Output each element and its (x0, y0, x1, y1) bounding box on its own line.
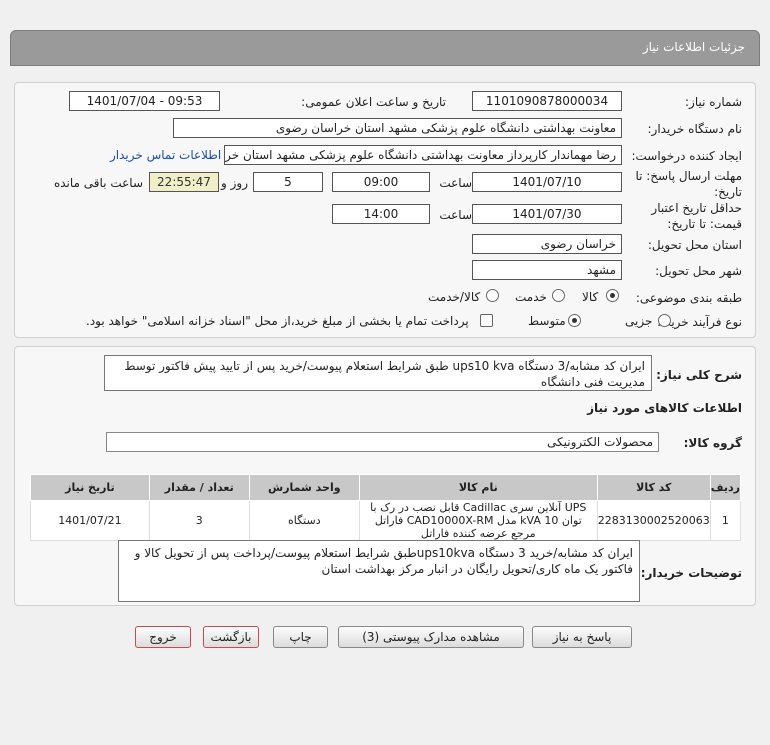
province-field: خراسان رضوی (472, 234, 622, 254)
days-field: 5 (253, 172, 323, 192)
requester-label: ایجاد کننده درخواست: (631, 149, 742, 163)
announce-field: 1401/07/04 - 09:53 (69, 91, 220, 111)
process-medium-radio[interactable] (568, 314, 581, 327)
treasury-checkbox[interactable] (480, 314, 493, 327)
col-unit: واحد شمارش (248, 474, 360, 501)
remaining-label: ساعت باقی مانده (53, 176, 143, 190)
validity-time-field: 14:00 (332, 204, 430, 224)
cell-name: UPS آنلاین سری Cadillac قابل نصب در رک ب… (358, 500, 598, 541)
process-minor-radio[interactable] (658, 314, 671, 327)
province-label: استان محل تحویل: (647, 238, 742, 252)
process-minor-label: جزیی (625, 314, 653, 328)
table-row: 1 2283130002520063 UPS آنلاین سری Cadill… (30, 500, 742, 541)
exit-button[interactable]: خروج (135, 626, 191, 648)
attachments-button[interactable]: مشاهده مدارک پیوستی (3) (338, 626, 524, 648)
deadline-date-field: 1401/07/10 (472, 172, 622, 192)
requester-field: رضا مهماندار کارپرداز معاونت بهداشتی دان… (224, 145, 622, 165)
announce-label: تاریخ و ساعت اعلان عمومی: (301, 95, 446, 109)
payment-note: پرداخت تمام یا بخشی از مبلغ خرید،از محل … (86, 314, 469, 328)
buyer-notes-text: ایران کد مشابه/خرید 3 دستگاه ups10kvaطبق… (118, 540, 640, 602)
buyer-field: معاونت بهداشتی دانشگاه علوم پزشکی مشهد ا… (173, 118, 622, 138)
contact-buyer-link[interactable]: اطلاعات تماس خریدار (110, 148, 221, 162)
cell-row: 1 (709, 500, 742, 541)
summary-label: شرح کلی نیاز: (656, 368, 742, 382)
city-field: مشهد (472, 260, 622, 280)
process-medium-label: متوسط (528, 314, 566, 328)
buyer-label: نام دستگاه خریدار: (647, 122, 743, 136)
deadline-time-field: 09:00 (332, 172, 430, 192)
cell-date: 1401/07/21 (30, 500, 150, 541)
category-goods-label: کالا (582, 290, 599, 304)
page-title: جزئیات اطلاعات نیاز (642, 40, 745, 54)
print-button[interactable]: چاپ (273, 626, 328, 648)
category-service-label: خدمت (515, 290, 547, 304)
category-service-radio[interactable] (552, 289, 565, 302)
cell-unit: دستگاه (248, 500, 360, 541)
reply-button[interactable]: پاسخ به نیاز (532, 626, 632, 648)
col-qty: تعداد / مقدار (148, 474, 250, 501)
city-label: شهر محل تحویل: (655, 264, 742, 278)
back-button[interactable]: بازگشت (203, 626, 259, 648)
need-number-field: 1101090878000034 (472, 91, 622, 111)
category-label: طبقه بندی موضوعی: (635, 291, 742, 305)
remaining-time-field: 22:55:47 (149, 172, 219, 192)
deadline-label: مهلت ارسال پاسخ: تا تاریخ: (635, 169, 742, 199)
validity-date-field: 1401/07/30 (472, 204, 622, 224)
goods-table: ردیف کد کالا نام کالا واحد شمارش تعداد /… (30, 474, 742, 541)
buyer-notes-label: توضیحات خریدار: (640, 566, 742, 580)
category-goods-radio[interactable] (606, 289, 619, 302)
need-number-label: شماره نیاز: (685, 95, 742, 109)
category-goods-service-radio[interactable] (486, 289, 499, 302)
validity-time-label: ساعت (439, 208, 472, 222)
cell-qty: 3 (148, 500, 250, 541)
col-date: تاریخ نیاز (30, 474, 150, 501)
category-goods-service-label: کالا/خدمت (428, 290, 481, 304)
deadline-time-label: ساعت (439, 176, 472, 190)
goods-group-label: گروه کالا: (683, 436, 742, 450)
days-label: روز و (221, 176, 248, 190)
page-header: جزئیات اطلاعات نیاز (10, 30, 760, 66)
goods-group-field: محصولات الکترونیکی (106, 432, 659, 452)
goods-section-title: اطلاعات کالاهای مورد نیاز (587, 401, 742, 415)
col-row: ردیف (709, 474, 742, 501)
cell-code: 2283130002520063 (596, 500, 711, 541)
validity-label: حداقل تاریخ اعتبار قیمت: تا تاریخ: (651, 201, 742, 231)
summary-text: ایران کد مشابه/3 دستگاه ups10 kva طبق شر… (104, 355, 652, 391)
col-name: نام کالا (358, 474, 598, 501)
col-code: کد کالا (596, 474, 711, 501)
